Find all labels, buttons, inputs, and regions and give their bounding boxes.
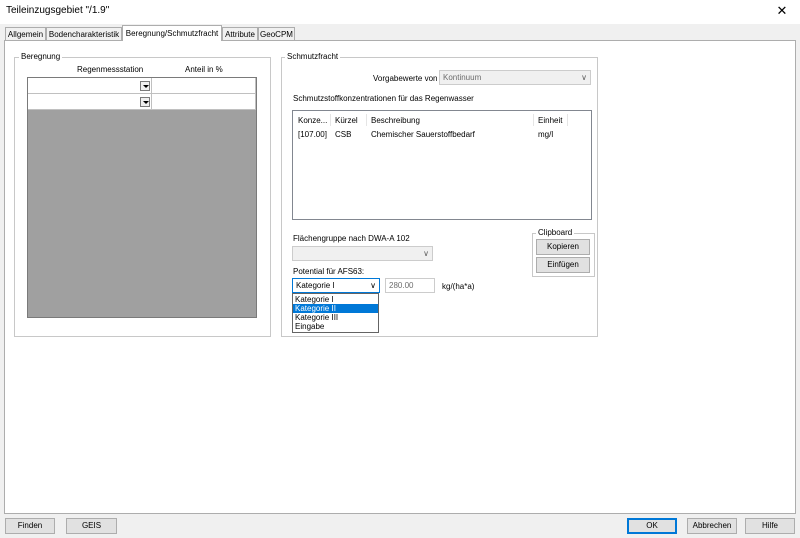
column-header-station: Regenmessstation bbox=[77, 65, 144, 74]
dropdown-option-kategorie-1[interactable]: Kategorie I bbox=[293, 295, 378, 304]
title-bar: Teileinzugsgebiet "/1.9" ✕ bbox=[0, 0, 800, 24]
potential-label: Potential für AFS63: bbox=[293, 267, 365, 276]
grid-cell-station[interactable] bbox=[28, 78, 152, 94]
cell-einheit: mg/l bbox=[538, 130, 554, 139]
konzentrationen-label: Schmutzstoffkonzentrationen für das Rege… bbox=[293, 94, 474, 103]
tab-geocpm[interactable]: GeoCPM bbox=[258, 27, 295, 41]
flaechengruppe-select[interactable]: ∨ bbox=[292, 246, 433, 261]
cell-kuerzel: CSB bbox=[335, 130, 352, 139]
chevron-down-icon: ∨ bbox=[423, 249, 429, 258]
table-header-divider bbox=[533, 114, 534, 126]
table-header-konzentration[interactable]: Konze... bbox=[298, 116, 327, 125]
table-header-divider bbox=[567, 114, 568, 126]
beregnung-group-label: Beregnung bbox=[19, 52, 63, 62]
table-header-einheit[interactable]: Einheit bbox=[538, 116, 562, 125]
potential-unit: kg/(ha*a) bbox=[442, 282, 475, 291]
tab-attribute[interactable]: Attribute bbox=[222, 27, 258, 41]
table-header-beschreibung[interactable]: Beschreibung bbox=[371, 116, 420, 125]
chevron-down-icon: ∨ bbox=[581, 73, 587, 82]
cell-konzentration: [107.00] bbox=[298, 130, 327, 139]
vorgabewerte-value: Kontinuum bbox=[443, 73, 482, 82]
window-title: Teileinzugsgebiet "/1.9" bbox=[6, 5, 110, 16]
geis-button[interactable]: GEIS bbox=[66, 518, 117, 534]
dropdown-option-kategorie-2[interactable]: Kategorie II bbox=[293, 304, 378, 313]
table-row[interactable]: [107.00] CSB Chemischer Sauerstoffbedarf… bbox=[294, 126, 590, 140]
hilfe-button[interactable]: Hilfe bbox=[745, 518, 795, 534]
tab-bodencharakteristik[interactable]: Bodencharakteristik bbox=[46, 27, 122, 41]
clipboard-group-label: Clipboard bbox=[536, 228, 575, 238]
dropdown-option-kategorie-3[interactable]: Kategorie III bbox=[293, 313, 378, 322]
schmutzfracht-group-label: Schmutzfracht bbox=[285, 52, 341, 62]
chevron-down-icon[interactable] bbox=[140, 81, 150, 91]
table-header-divider bbox=[366, 114, 367, 126]
grid-cell-station[interactable] bbox=[28, 94, 152, 110]
finden-button[interactable]: Finden bbox=[5, 518, 55, 534]
dropdown-option-eingabe[interactable]: Eingabe bbox=[293, 322, 378, 331]
potential-selected-value: Kategorie I bbox=[296, 281, 335, 290]
flaechengruppe-label: Flächengruppe nach DWA-A 102 bbox=[293, 234, 410, 243]
potential-dropdown-list: Kategorie I Kategorie II Kategorie III E… bbox=[292, 293, 379, 333]
kopieren-button[interactable]: Kopieren bbox=[536, 239, 590, 255]
potential-select[interactable]: Kategorie I ∨ bbox=[292, 278, 380, 293]
cell-beschreibung: Chemischer Sauerstoffbedarf bbox=[371, 130, 475, 139]
close-icon[interactable]: ✕ bbox=[772, 3, 792, 19]
chevron-down-icon: ∨ bbox=[370, 281, 376, 290]
column-header-anteil: Anteil in % bbox=[185, 65, 223, 74]
einfuegen-button[interactable]: Einfügen bbox=[536, 257, 590, 273]
potential-value-field[interactable]: 280.00 bbox=[385, 278, 435, 293]
tab-allgemein[interactable]: Allgemein bbox=[5, 27, 46, 41]
vorgabewerte-select[interactable]: Kontinuum ∨ bbox=[439, 70, 591, 85]
abbrechen-button[interactable]: Abbrechen bbox=[687, 518, 737, 534]
chevron-down-icon[interactable] bbox=[140, 97, 150, 107]
table-header-divider bbox=[330, 114, 331, 126]
ok-button[interactable]: OK bbox=[627, 518, 677, 534]
table-header-kuerzel[interactable]: Kürzel bbox=[335, 116, 358, 125]
tab-beregnung-schmutzfracht[interactable]: Beregnung/Schmutzfracht bbox=[122, 25, 222, 41]
rain-station-grid[interactable] bbox=[27, 77, 257, 318]
vorgabewerte-label: Vorgabewerte von bbox=[373, 74, 438, 83]
